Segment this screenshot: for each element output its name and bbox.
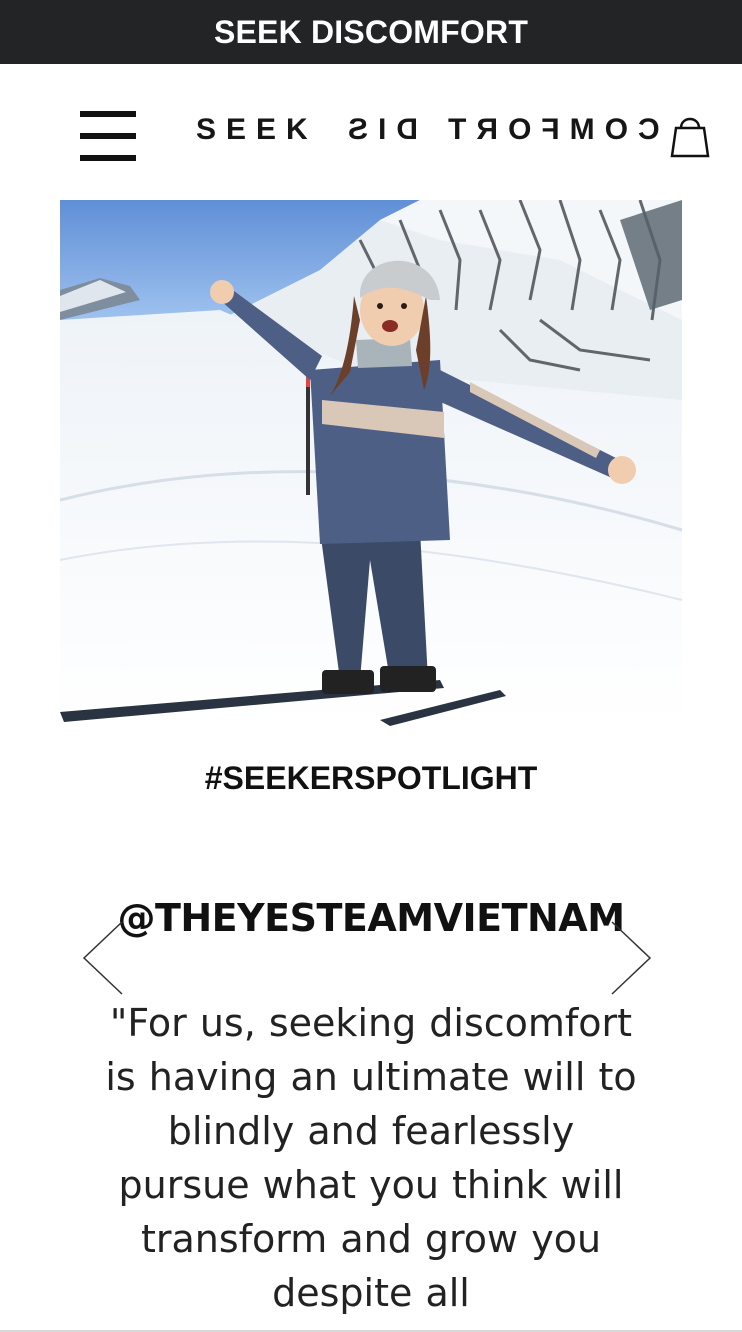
brand-logo[interactable]: SEEK DIS COMFORT <box>196 110 660 150</box>
announcement-bar: SEEK DISCOMFORT <box>0 0 742 64</box>
hamburger-icon <box>80 111 136 117</box>
testimonial-quote: "For us, seeking discomfort is having an… <box>105 1001 637 1315</box>
chevron-right-icon <box>611 921 652 995</box>
logo-word-seek: SEEK <box>196 113 318 146</box>
site-header: SEEK DIS COMFORT <box>0 64 742 200</box>
hamburger-bar <box>80 133 136 139</box>
shopping-bag-icon <box>670 117 710 158</box>
hamburger-menu-button[interactable] <box>80 111 136 161</box>
chevron-left-icon <box>82 921 123 995</box>
cart-button[interactable] <box>668 112 712 160</box>
testimonial-slider: @THEYESTEAMVIETNAM "For us, seeking disc… <box>0 880 742 1332</box>
logo-word-comfort: COMFORT <box>438 113 660 146</box>
hero-image <box>60 200 682 726</box>
announcement-text: SEEK DISCOMFORT <box>213 13 529 50</box>
slider-prev-button[interactable] <box>80 920 126 996</box>
spotlight-heading: #SEEKERSPOTLIGHT <box>204 760 538 796</box>
slider-next-button[interactable] <box>608 920 654 996</box>
skier-illustration <box>60 200 682 726</box>
hamburger-bar <box>80 155 136 161</box>
logo-word-dis: DIS <box>338 113 419 146</box>
